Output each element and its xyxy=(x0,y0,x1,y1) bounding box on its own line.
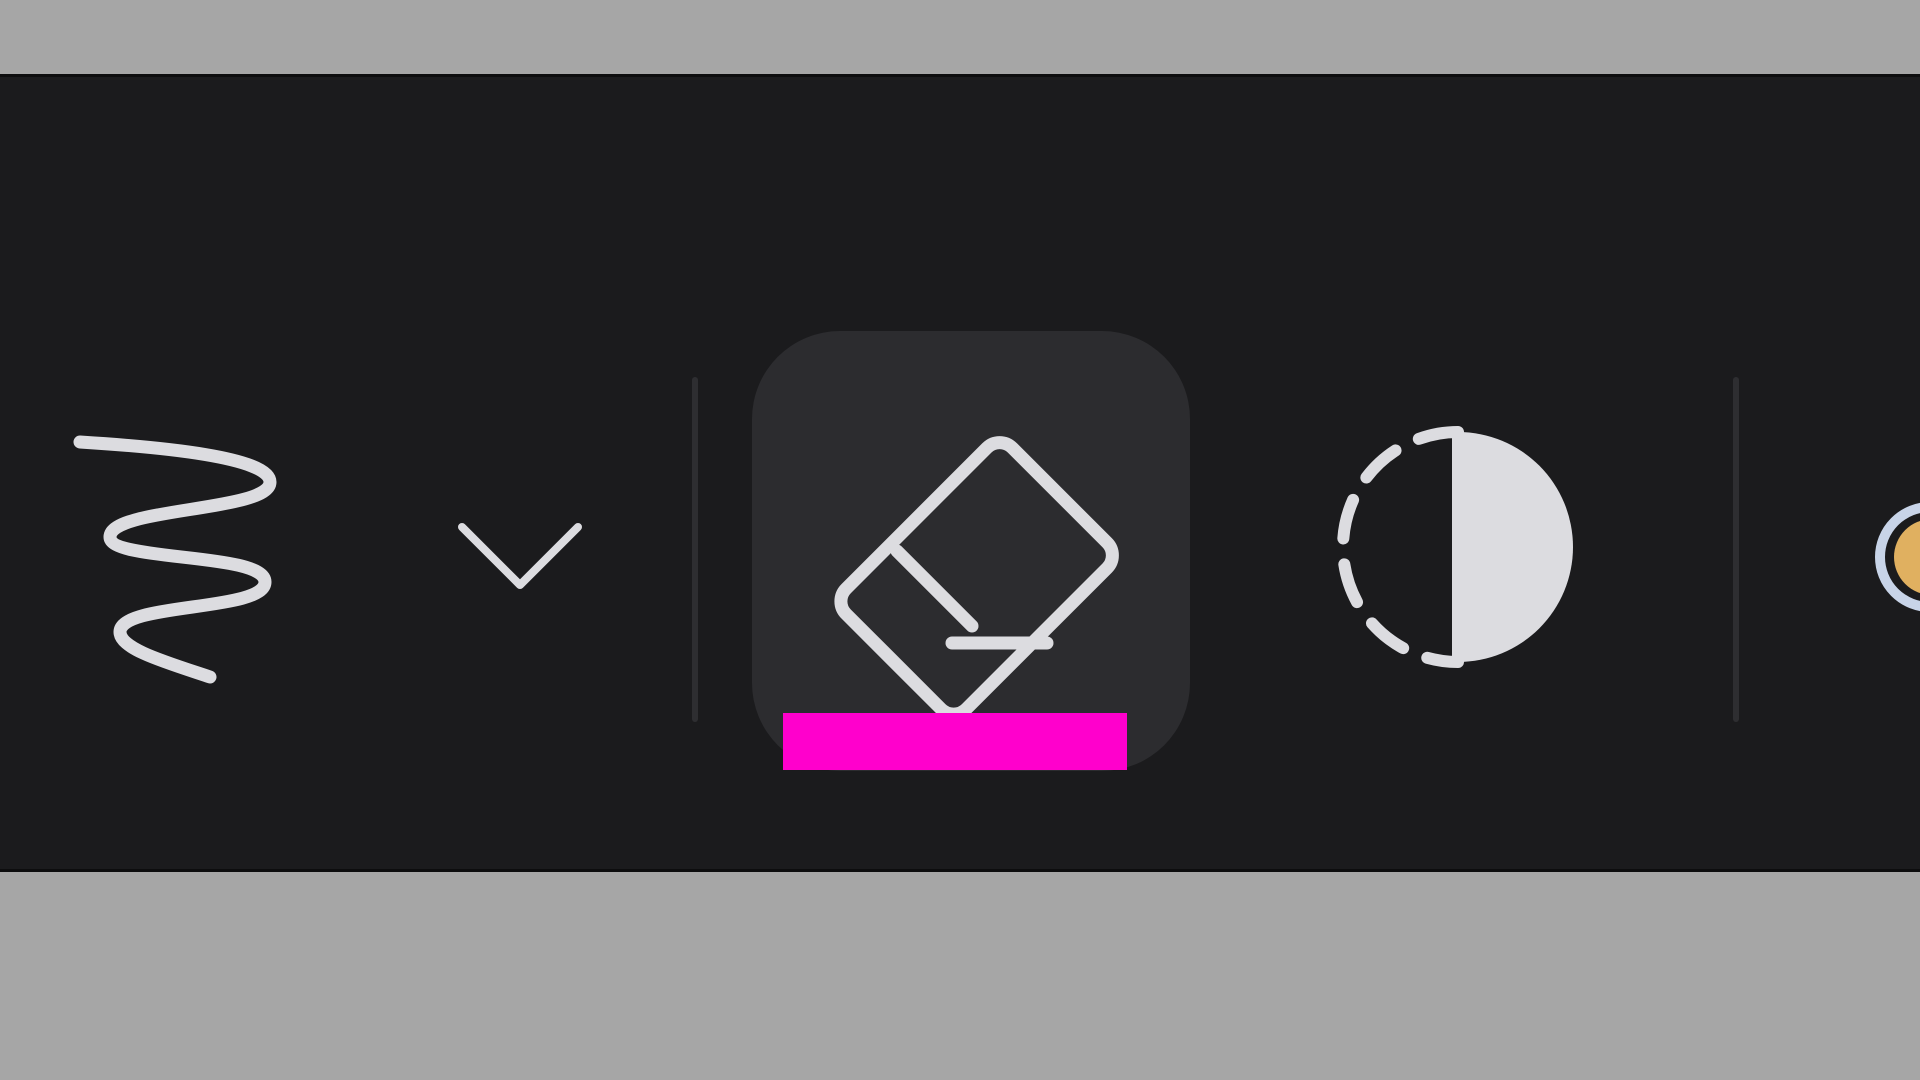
chevron-down-icon xyxy=(458,523,582,589)
partial-tool-button[interactable] xyxy=(1870,497,1920,617)
eraser-icon xyxy=(834,436,1119,721)
scribble-icon xyxy=(73,435,277,684)
scribble-tool-button[interactable] xyxy=(70,357,290,687)
contrast-icon xyxy=(1337,426,1573,668)
toolbar-divider xyxy=(1733,377,1739,722)
contrast-tool-button[interactable] xyxy=(1330,417,1590,677)
partial-tool-icon xyxy=(1875,502,1920,612)
active-tool-indicator xyxy=(783,713,1127,770)
tool-options-dropdown[interactable] xyxy=(440,497,600,617)
drawing-toolbar xyxy=(0,74,1920,872)
toolbar-divider xyxy=(692,377,698,722)
eraser-tool-button[interactable] xyxy=(752,331,1190,771)
screenshot-stage xyxy=(0,0,1920,1080)
